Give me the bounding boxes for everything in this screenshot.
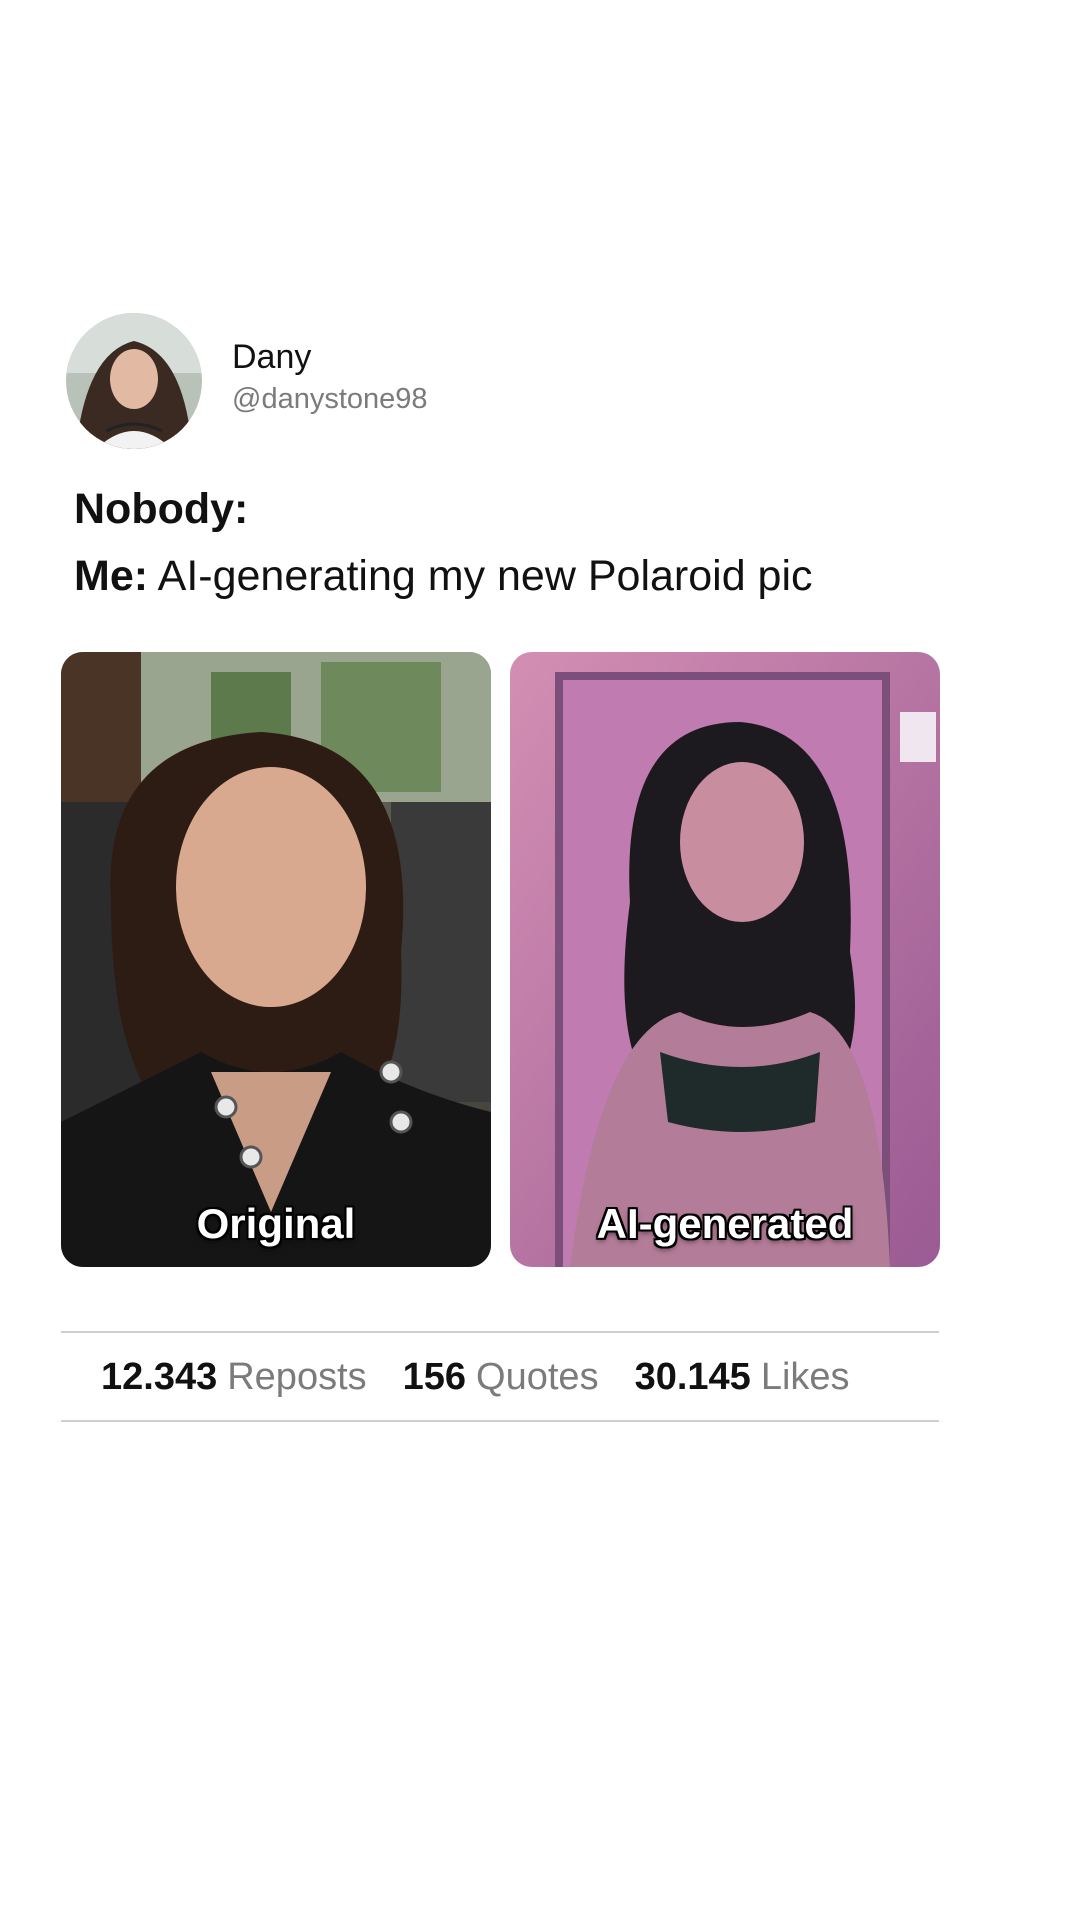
photo-ai-generated-caption: AI-generated bbox=[596, 1200, 854, 1247]
stats-divider-bottom bbox=[61, 1420, 939, 1422]
post-text-line-2: Me: AI-generating my new Polaroid pic bbox=[74, 555, 813, 598]
post-text-body: AI-generating my new Polaroid pic bbox=[157, 552, 813, 600]
photo-ai-generated-image bbox=[510, 652, 940, 1267]
stat-reposts-count: 12.343 bbox=[101, 1356, 218, 1398]
photo-original-caption: Original bbox=[196, 1200, 356, 1247]
stat-quotes[interactable]: 156 Quotes bbox=[403, 1358, 599, 1396]
photo-original[interactable]: Original bbox=[61, 652, 491, 1267]
stat-reposts-label: Reposts bbox=[227, 1356, 367, 1398]
stat-likes-label: Likes bbox=[760, 1356, 850, 1398]
post-text-lead: Me: bbox=[74, 552, 149, 600]
stat-quotes-label: Quotes bbox=[476, 1356, 599, 1398]
stats-divider-top bbox=[61, 1331, 939, 1333]
stat-likes[interactable]: 30.145 Likes bbox=[635, 1358, 850, 1396]
post-text-line-1: Nobody: bbox=[74, 485, 249, 533]
stat-quotes-count: 156 bbox=[402, 1356, 467, 1398]
photo-original-image bbox=[61, 652, 491, 1267]
author-name[interactable]: Dany bbox=[232, 340, 311, 374]
photo-ai-generated[interactable]: AI-generated bbox=[510, 652, 940, 1267]
avatar[interactable] bbox=[66, 313, 202, 449]
stat-reposts[interactable]: 12.343 Reposts bbox=[101, 1358, 367, 1396]
engagement-stats: 12.343 Reposts 156 Quotes 30.145 Likes bbox=[101, 1358, 886, 1396]
author-handle[interactable]: @danystone98 bbox=[232, 385, 428, 414]
avatar-photo bbox=[66, 313, 202, 449]
stat-likes-count: 30.145 bbox=[634, 1356, 751, 1398]
